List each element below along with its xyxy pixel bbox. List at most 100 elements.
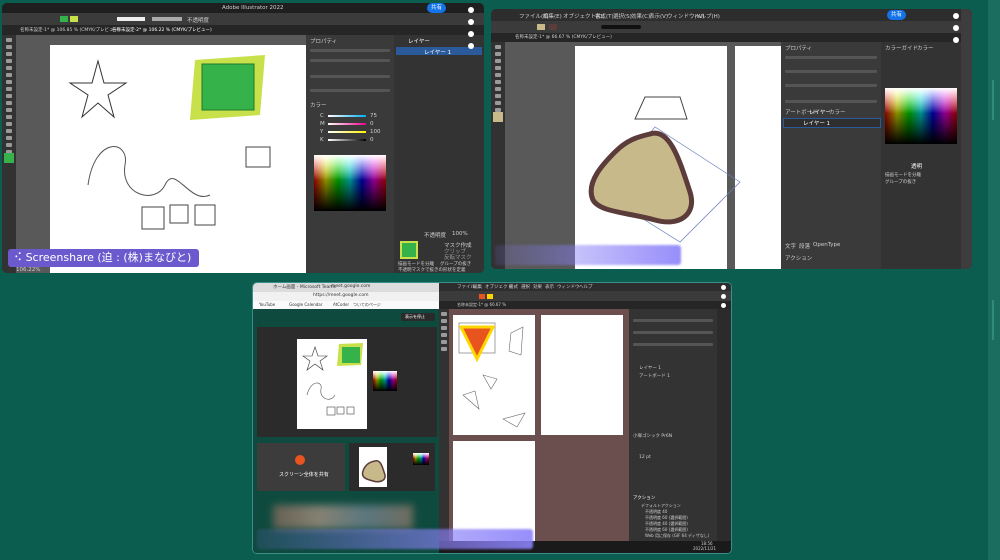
layers-tab[interactable]: レイヤー xyxy=(408,37,430,45)
bottom-menu-window[interactable]: ウィンドウ xyxy=(557,284,580,290)
left-titlebar: Adobe Illustrator 2022 共有 xyxy=(2,3,484,13)
bottom-artboard-1[interactable] xyxy=(453,315,535,435)
left-doc-tab-1[interactable]: 名称未設定-1* @ 106.85 % (CMYK/プレビュー) xyxy=(20,27,120,33)
browser-tab-meet[interactable]: meet.google.com xyxy=(331,284,370,289)
mask-thumb[interactable] xyxy=(400,241,418,259)
tan-blob xyxy=(588,130,694,225)
mask-opt-invert[interactable]: 反転マスク xyxy=(444,253,472,261)
bottom-menu-type[interactable]: 書式 xyxy=(509,284,518,290)
left-canvas xyxy=(16,35,306,273)
right-controlbar xyxy=(491,21,972,33)
left-properties-panel: プロパティ カラー C 75 M 0 Y 100 K 0 xyxy=(306,35,394,273)
right-checkbox-b[interactable]: グループの抜き xyxy=(885,179,916,185)
bottom-window: ホーム画面 - Microsoft Teams meet.google.com … xyxy=(252,282,732,554)
left-panel-tab[interactable]: プロパティ xyxy=(310,37,337,45)
right-transparency-tab[interactable]: 透明 xyxy=(911,162,922,170)
checkbox-define[interactable]: 不透明マスクで抜きの形状を定義 xyxy=(398,267,466,273)
browser-url[interactable]: https://meet.google.com xyxy=(313,293,369,298)
right-tab-para[interactable]: 段落 xyxy=(799,242,810,250)
bottom-artboard-1-art xyxy=(458,322,526,428)
menu-help[interactable]: ヘルプ(H) xyxy=(695,12,720,20)
bottom-menu-edit[interactable]: 編集 xyxy=(473,284,482,290)
right-checkbox-a[interactable]: 描画モードを分離 xyxy=(885,172,921,178)
bookmark-1[interactable]: YouTube xyxy=(259,302,275,307)
star-shape xyxy=(68,59,128,119)
menu-edit[interactable]: 編集(E) xyxy=(543,12,562,20)
right-tab-opentype[interactable]: OpenType xyxy=(813,242,840,248)
menu-effect[interactable]: 効果(C) xyxy=(631,12,650,20)
right-fill-swatch[interactable] xyxy=(537,24,545,30)
share-banner-label: スクリーン全体を共有 xyxy=(279,472,329,478)
right-brush[interactable] xyxy=(601,25,641,29)
bottom-menu-effect[interactable]: 効果 xyxy=(533,284,542,290)
m-slider[interactable] xyxy=(328,123,366,125)
right-stroke-swatch[interactable] xyxy=(549,24,557,30)
bottom-menu-select[interactable]: 選択 xyxy=(521,284,530,290)
action-item-5[interactable]: Web 用に保存 (GIF 64 ディザなし) xyxy=(645,533,709,539)
right-tab-action[interactable]: アクション xyxy=(785,254,812,262)
y-label: Y xyxy=(320,129,324,135)
right-color-spectrum[interactable] xyxy=(885,88,957,144)
stroke-weight[interactable] xyxy=(117,17,145,21)
browser-tab-teams[interactable]: ホーム画面 - Microsoft Teams xyxy=(273,284,336,290)
k-slider[interactable] xyxy=(328,139,366,141)
right-tools-panel xyxy=(491,42,505,269)
c-slider[interactable] xyxy=(328,115,366,117)
right-doc-tab[interactable]: 名称未設定-1* @ 66.67 % (CMYK/プレビュー) xyxy=(515,34,612,40)
right-swatch-tab-color[interactable]: カラー xyxy=(917,44,934,52)
right-tab-color[interactable]: カラー xyxy=(829,108,846,116)
bottom-actions-title[interactable]: アクション xyxy=(633,495,655,501)
right-panel-tab[interactable]: プロパティ xyxy=(785,44,812,52)
second-tile-thumb xyxy=(349,443,435,491)
bottom-layer-1[interactable]: レイヤー 1 xyxy=(639,365,661,371)
brush-def[interactable] xyxy=(152,17,182,21)
y-slider[interactable] xyxy=(328,131,366,133)
bottom-tools-panel xyxy=(439,309,449,553)
right-layer-row[interactable] xyxy=(783,118,881,128)
bottom-right-panel: レイヤー 1 アートボード 1 小塚ゴシック Pr6N 12 pt アクション … xyxy=(629,309,717,541)
bottom-layer-2[interactable]: アートボード 1 xyxy=(639,373,670,379)
right-tab-char[interactable]: 文字 xyxy=(785,242,796,250)
opacity-value[interactable]: 100% xyxy=(452,231,468,237)
left-artboard[interactable] xyxy=(50,45,306,273)
menu-select[interactable]: 選択(S) xyxy=(613,12,632,20)
bottom-menu-object[interactable]: オブジェクト xyxy=(485,284,512,290)
color-spectrum[interactable] xyxy=(314,155,386,211)
bottom-stroke-swatch[interactable] xyxy=(487,294,493,299)
bottom-ai-doc-tab[interactable]: 名称未設定-1* @ 66.67 % xyxy=(457,302,506,308)
left-opacity-control[interactable]: 不透明度 xyxy=(187,16,209,24)
bottom-font-size[interactable]: 12 pt xyxy=(639,455,651,460)
fill-stroke-widget[interactable] xyxy=(4,153,14,163)
menu-view[interactable]: 表示(V) xyxy=(649,12,668,20)
bottom-menu-view[interactable]: 表示 xyxy=(545,284,554,290)
m-value[interactable]: 0 xyxy=(370,121,374,127)
swatch-tab-color[interactable]: カラー xyxy=(310,101,327,109)
y-value[interactable]: 100 xyxy=(370,129,381,135)
bottom-font-name[interactable]: 小塚ゴシック Pr6N xyxy=(633,433,672,439)
thumb-artwork xyxy=(302,343,363,416)
shard-3 xyxy=(462,390,480,410)
menu-type[interactable]: 書式(T) xyxy=(595,12,614,20)
fill-swatch[interactable] xyxy=(60,16,68,22)
stop-share-label: 表示を停止 xyxy=(405,314,425,319)
left-zoom-value[interactable]: 106.22% xyxy=(16,267,40,273)
bookmark-2[interactable]: Google Calendar xyxy=(289,302,322,307)
right-fill-widget[interactable] xyxy=(493,112,503,122)
right-swatch-tab-guide[interactable]: カラーガイド xyxy=(885,44,918,52)
stroke-swatch[interactable] xyxy=(70,16,78,22)
right-share-button[interactable]: 共有 xyxy=(887,10,907,20)
k-value[interactable]: 0 xyxy=(370,137,374,143)
bottom-participant-dots xyxy=(721,285,729,312)
bottom-fill-swatch[interactable] xyxy=(479,294,485,299)
right-artwork xyxy=(588,96,741,243)
c-value[interactable]: 75 xyxy=(370,113,377,119)
bookmark-3[interactable]: AtCoder xyxy=(333,302,349,307)
bottom-artboard-2[interactable] xyxy=(541,315,623,435)
bottom-menu-help[interactable]: ヘルプ xyxy=(579,284,593,290)
right-tab-layer[interactable]: レイヤー xyxy=(809,108,831,116)
left-doc-tab-2[interactable]: 名称未設定-2* @ 106.22 % (CMYK/プレビュー) xyxy=(112,27,212,33)
left-tools-panel xyxy=(2,35,16,273)
left-share-button[interactable]: 共有 xyxy=(427,3,447,13)
bookmark-4[interactable]: ついてのページ xyxy=(353,302,381,308)
share-banner-card: スクリーン全体を共有 xyxy=(257,443,345,491)
